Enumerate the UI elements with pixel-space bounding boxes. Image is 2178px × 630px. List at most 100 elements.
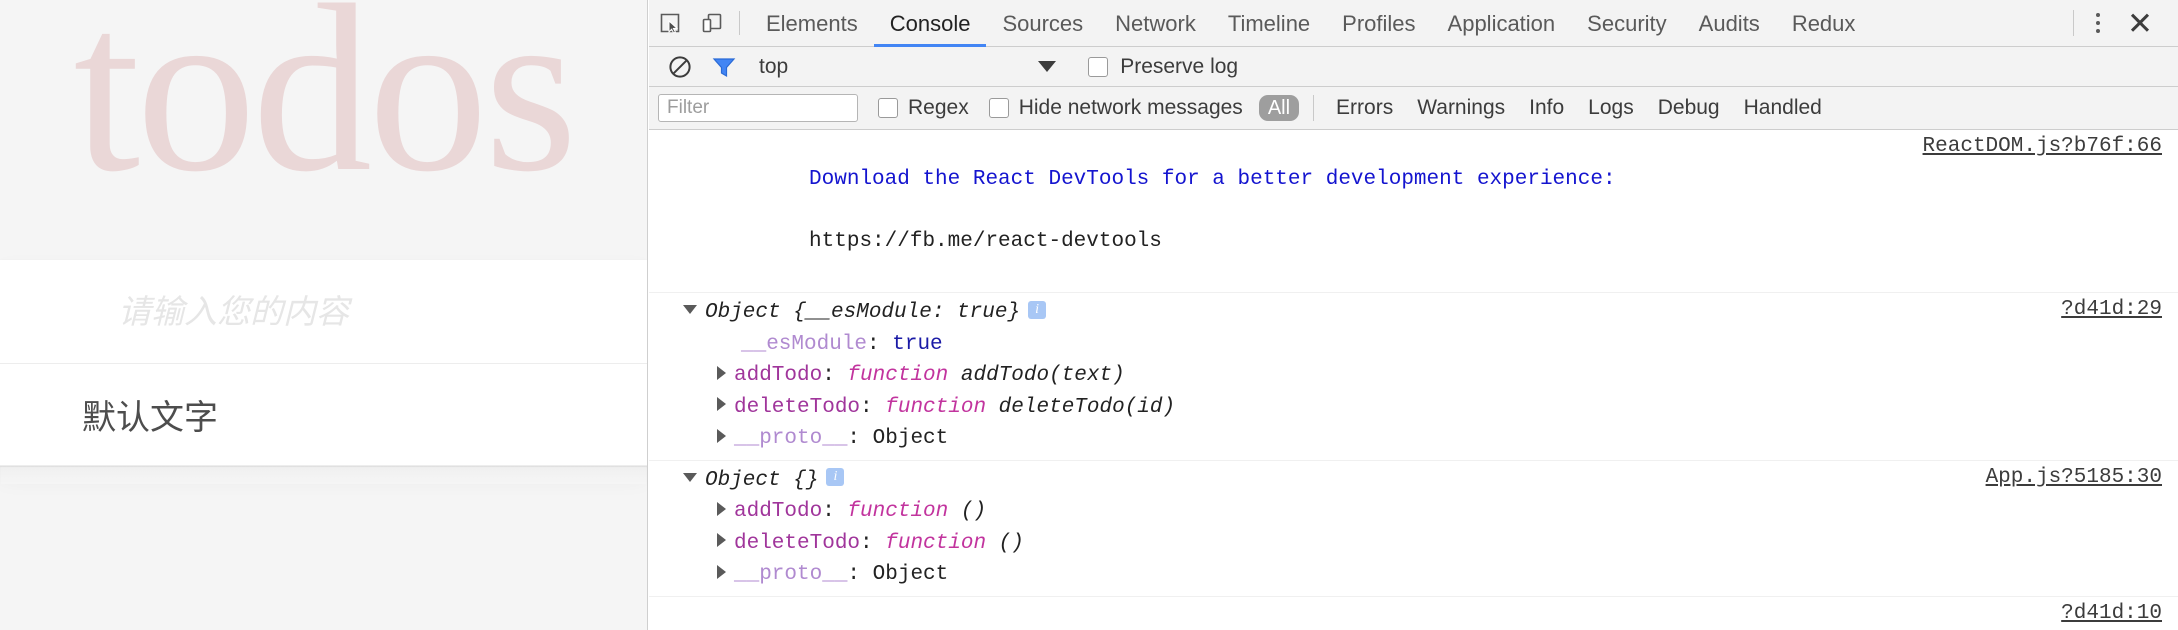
tab-application[interactable]: Application xyxy=(1432,0,1572,47)
todo-app-page: todos 默认文字 xyxy=(0,0,648,630)
console-message-line2: https://fb.me/react-devtools xyxy=(809,229,1162,253)
object-property[interactable]: __esModule: true xyxy=(649,329,2178,361)
tab-network[interactable]: Network xyxy=(1099,0,1212,47)
todo-app-header: todos xyxy=(0,0,647,260)
property-value: () xyxy=(986,531,1024,555)
property-value-kind: function xyxy=(847,364,949,388)
level-filter-debug[interactable]: Debug xyxy=(1646,96,1732,120)
chevron-right-icon[interactable] xyxy=(717,428,726,443)
kebab-menu-icon[interactable] xyxy=(2078,3,2118,43)
devtools-tabbar: Elements Console Sources Network Timelin… xyxy=(649,0,2178,47)
preserve-log-checkbox[interactable] xyxy=(1088,56,1109,77)
chevron-down-icon[interactable] xyxy=(1038,61,1057,72)
todo-card: 默认文字 xyxy=(0,260,647,466)
devtools-panel: Elements Console Sources Network Timelin… xyxy=(649,0,2178,630)
object-property[interactable]: __proto__: Object xyxy=(649,423,2178,455)
screen: todos 默认文字 xyxy=(0,0,2178,630)
console-message[interactable]: Object {} i addTodo: function () deleteTo… xyxy=(649,461,2178,597)
tab-redux[interactable]: Redux xyxy=(1776,0,1872,47)
level-filter-all[interactable]: All xyxy=(1258,95,1300,121)
property-value: deleteTodo(id) xyxy=(986,395,1176,419)
property-value: true xyxy=(892,332,943,356)
object-property[interactable]: deleteTodo: function deleteTodo(id) xyxy=(649,392,2178,424)
toolbar-divider xyxy=(1313,95,1315,121)
chevron-right-icon[interactable] xyxy=(717,365,726,380)
source-link[interactable]: ?d41d:10 xyxy=(2061,602,2162,625)
todo-label: 默认文字 xyxy=(82,399,218,437)
console-message[interactable]: Download the React DevTools for a better… xyxy=(649,130,2178,294)
console-context-toolbar: top Preserve log xyxy=(649,47,2178,87)
chevron-right-icon[interactable] xyxy=(717,501,726,516)
console-filter-toolbar: Regex Hide network messages All Errors W… xyxy=(649,87,2178,130)
chevron-right-icon[interactable] xyxy=(717,397,726,412)
property-value: Object xyxy=(872,563,949,587)
toolbar-divider xyxy=(2073,10,2074,36)
object-property[interactable]: addTodo: function () xyxy=(649,496,2178,528)
info-icon[interactable]: i xyxy=(826,468,845,487)
level-filter-errors[interactable]: Errors xyxy=(1324,96,1405,120)
property-name: addTodo xyxy=(734,364,823,388)
hide-network-label: Hide network messages xyxy=(1018,96,1243,119)
regex-toggle[interactable]: Regex xyxy=(878,96,969,120)
tab-timeline[interactable]: Timeline xyxy=(1212,0,1326,47)
execution-context-label[interactable]: top xyxy=(759,55,788,79)
property-name: __proto__ xyxy=(734,427,848,451)
tab-security[interactable]: Security xyxy=(1571,0,1682,47)
source-link[interactable]: App.js?5185:30 xyxy=(1986,466,2162,489)
console-message-list[interactable]: Download the React DevTools for a better… xyxy=(649,130,2178,630)
console-message-line1: Download the React DevTools for a better… xyxy=(809,167,1616,191)
todo-list: 默认文字 xyxy=(0,364,647,466)
preserve-log-toggle[interactable]: Preserve log xyxy=(1088,55,1238,79)
tab-audits[interactable]: Audits xyxy=(1683,0,1776,47)
info-icon[interactable]: i xyxy=(1028,300,1047,319)
filter-input[interactable] xyxy=(658,94,858,122)
tabbar-actions: ✕ xyxy=(2073,3,2178,43)
console-message[interactable]: Object {__esModule: true} i __esModule: t… xyxy=(649,293,2178,461)
object-property[interactable]: deleteTodo: function () xyxy=(649,528,2178,560)
tab-console[interactable]: Console xyxy=(874,0,987,47)
object-property[interactable]: __proto__: Object xyxy=(649,559,2178,591)
property-value-kind: function xyxy=(885,531,987,555)
page-title: todos xyxy=(73,0,577,221)
property-value-kind: function xyxy=(847,500,949,524)
object-header: Object {__esModule: true} xyxy=(705,301,1021,325)
list-item[interactable]: 默认文字 xyxy=(0,364,647,466)
hide-network-toggle[interactable]: Hide network messages xyxy=(988,96,1243,120)
device-toolbar-icon[interactable] xyxy=(691,3,733,43)
close-icon[interactable]: ✕ xyxy=(2118,3,2162,43)
chevron-right-icon[interactable] xyxy=(717,533,726,548)
property-name: __esModule xyxy=(741,332,868,356)
chevron-down-icon[interactable] xyxy=(683,472,697,482)
tab-elements[interactable]: Elements xyxy=(750,0,874,47)
property-value-kind: function xyxy=(885,395,987,419)
level-filter-handled[interactable]: Handled xyxy=(1732,96,1834,120)
level-filter-info[interactable]: Info xyxy=(1517,96,1576,120)
filter-funnel-icon[interactable] xyxy=(705,50,743,84)
property-value: addTodo(text) xyxy=(948,364,1125,388)
tab-sources[interactable]: Sources xyxy=(986,0,1099,47)
object-property[interactable]: addTodo: function addTodo(text) xyxy=(649,360,2178,392)
new-todo-row[interactable] xyxy=(0,260,647,364)
clear-console-icon[interactable] xyxy=(661,50,699,84)
card-shadow xyxy=(0,466,647,484)
source-link[interactable]: ?d41d:29 xyxy=(2061,298,2162,321)
property-value: Object xyxy=(872,427,949,451)
inspect-element-icon[interactable] xyxy=(649,3,691,43)
hide-network-checkbox[interactable] xyxy=(988,98,1009,118)
tab-profiles[interactable]: Profiles xyxy=(1326,0,1431,47)
property-value: () xyxy=(948,500,987,524)
source-link[interactable]: ReactDOM.js?b76f:66 xyxy=(1923,135,2162,158)
property-name: __proto__ xyxy=(734,563,848,587)
property-name: deleteTodo xyxy=(734,531,861,555)
new-todo-input[interactable] xyxy=(118,292,598,331)
level-filter-logs[interactable]: Logs xyxy=(1576,96,1646,120)
devtools-tab-list: Elements Console Sources Network Timelin… xyxy=(750,0,1871,47)
chevron-down-icon[interactable] xyxy=(683,305,697,315)
toolbar-divider xyxy=(739,11,740,35)
object-header: Object {} xyxy=(705,468,819,492)
level-filter-warnings[interactable]: Warnings xyxy=(1405,96,1517,120)
chevron-right-icon[interactable] xyxy=(717,564,726,579)
regex-label: Regex xyxy=(908,96,969,119)
regex-checkbox[interactable] xyxy=(878,98,898,118)
console-message[interactable]: [Object] ?d41d:10 xyxy=(649,597,2178,630)
